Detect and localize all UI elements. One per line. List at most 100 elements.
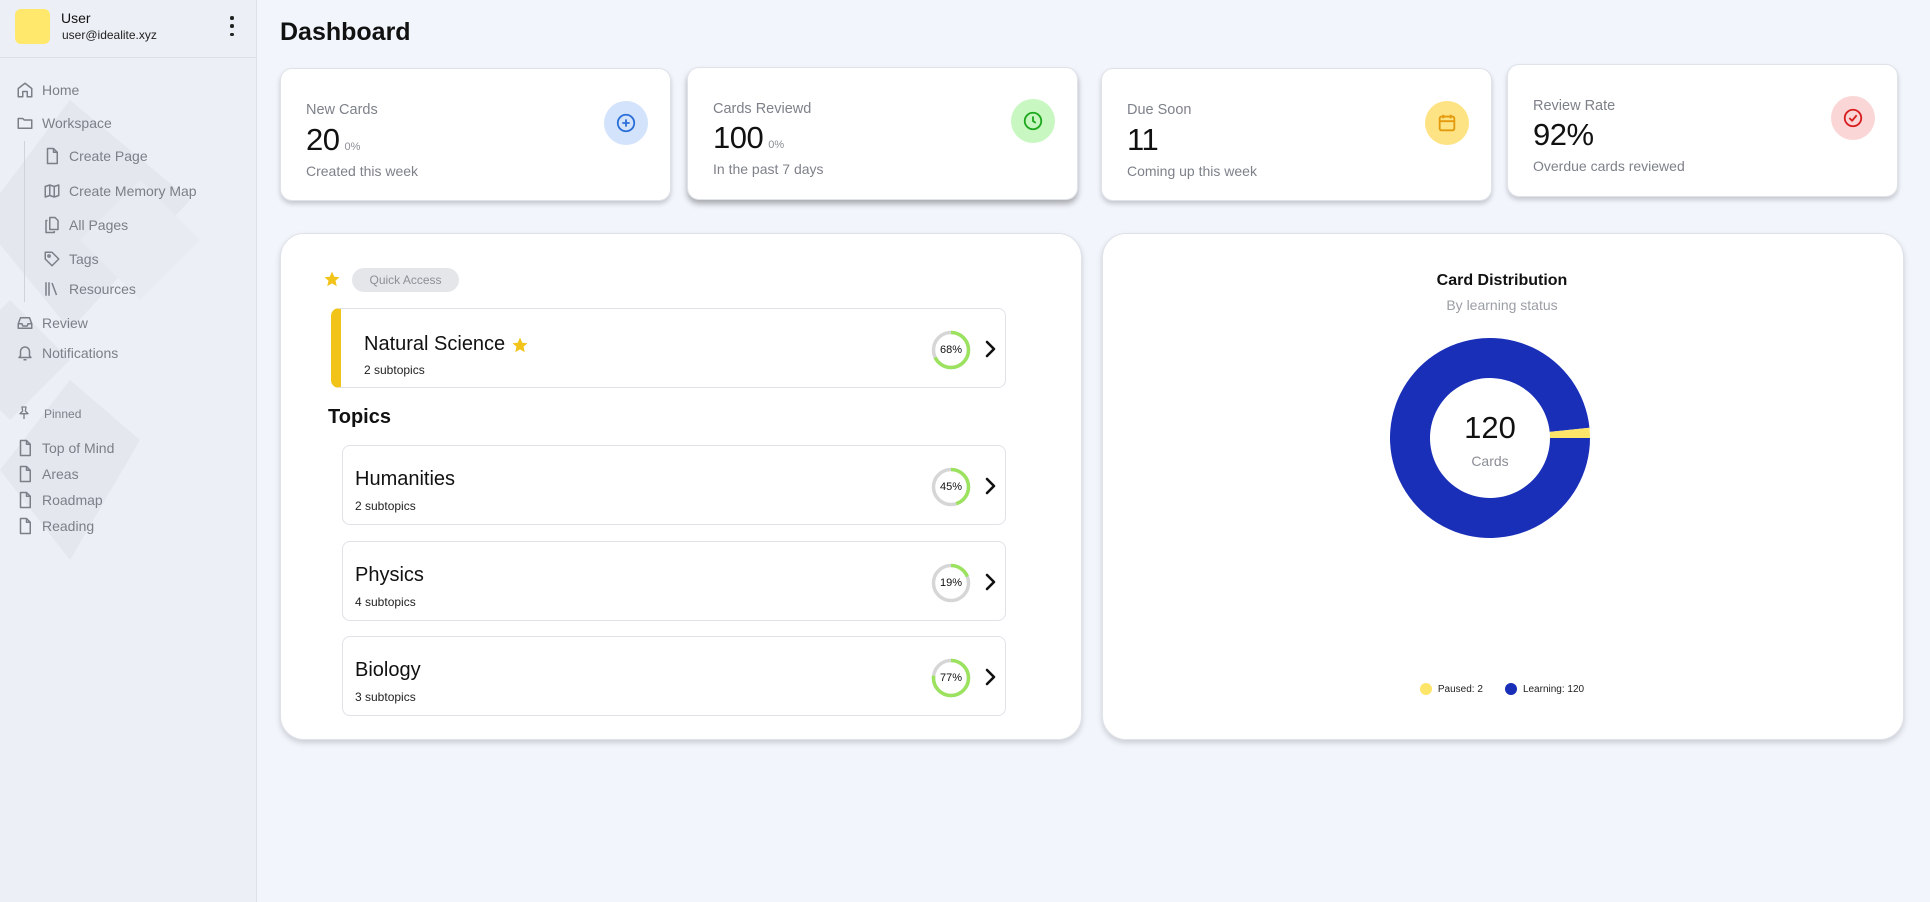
topic-subtopics: 3 subtopics bbox=[355, 690, 416, 704]
stat-caption: In the past 7 days bbox=[713, 161, 824, 177]
progress-value: 19% bbox=[939, 577, 963, 589]
stat-label: Review Rate bbox=[1533, 98, 1616, 114]
stat-caption: Coming up this week bbox=[1127, 163, 1257, 179]
pinned-item-label: Top of Mind bbox=[42, 440, 115, 456]
legend-item-paused: Paused: 2 bbox=[1419, 683, 1483, 695]
legend-swatch bbox=[1419, 683, 1432, 695]
stat-card-due-soon: Due Soon 11 Coming up this week bbox=[1101, 68, 1492, 201]
file-icon bbox=[16, 465, 34, 483]
topic-card[interactable]: Biology 3 subtopics 77% bbox=[342, 636, 1006, 716]
nav-create-page-label: Create Page bbox=[69, 148, 148, 164]
chevron-right-icon[interactable] bbox=[983, 339, 997, 359]
donut-center-label: Cards bbox=[1471, 453, 1509, 469]
nav-workspace-label: Workspace bbox=[42, 115, 112, 131]
bell-icon bbox=[16, 344, 34, 362]
stat-value-row: 20 0% bbox=[306, 122, 360, 158]
chart-subtitle: By learning status bbox=[1446, 297, 1558, 313]
topic-card[interactable]: Humanities 2 subtopics 45% bbox=[342, 445, 1006, 525]
user-profile[interactable]: User user@idealite.xyz bbox=[0, 0, 256, 58]
stat-caption: Overdue cards reviewed bbox=[1533, 158, 1685, 174]
file-icon bbox=[16, 439, 34, 457]
stat-card-review-rate: Review Rate 92% Overdue cards reviewed bbox=[1507, 64, 1898, 197]
topic-title: Natural Science bbox=[364, 333, 529, 356]
nav-workspace[interactable]: Workspace bbox=[16, 111, 112, 135]
donut-center-value: 120 bbox=[1464, 410, 1516, 445]
plus-circle-icon bbox=[604, 101, 648, 145]
tree-line bbox=[24, 141, 25, 302]
stat-value-row: 11 bbox=[1127, 122, 1159, 158]
topic-name: Biology bbox=[355, 659, 421, 681]
nav-home-label: Home bbox=[42, 82, 80, 98]
topic-subtopics: 2 subtopics bbox=[364, 363, 425, 377]
tag-icon bbox=[43, 250, 61, 268]
chart-legend: Paused: 2 Learning: 120 bbox=[1102, 683, 1902, 695]
pinned-item-label: Roadmap bbox=[42, 492, 103, 508]
topic-card[interactable]: Physics 4 subtopics 19% bbox=[342, 541, 1006, 621]
stat-card-new-cards: New Cards 20 0% Created this week bbox=[280, 68, 671, 201]
stat-value-row: 100 0% bbox=[713, 120, 784, 156]
pinned-label: Pinned bbox=[44, 407, 82, 421]
topic-name: Natural Science bbox=[364, 333, 506, 355]
check-circle-icon bbox=[1831, 96, 1875, 140]
topics-heading: Topics bbox=[328, 406, 391, 428]
nav-review[interactable]: Review bbox=[16, 311, 88, 335]
stat-change: 0% bbox=[344, 141, 361, 153]
topic-title: Humanities bbox=[355, 468, 455, 491]
file-icon bbox=[43, 147, 61, 165]
avatar[interactable] bbox=[15, 9, 50, 44]
stat-label: New Cards bbox=[306, 102, 378, 118]
more-options-icon[interactable] bbox=[226, 16, 238, 36]
progress-ring: 19% bbox=[931, 563, 971, 603]
file-icon bbox=[16, 517, 34, 535]
quick-access-badge: Quick Access bbox=[352, 268, 459, 292]
file-icon bbox=[16, 491, 34, 509]
library-icon bbox=[43, 280, 61, 298]
pinned-item-label: Reading bbox=[42, 518, 95, 534]
nav-resources-label: Resources bbox=[69, 281, 136, 297]
pin-icon bbox=[16, 405, 44, 424]
legend-swatch bbox=[1504, 683, 1517, 695]
nav-tags[interactable]: Tags bbox=[43, 247, 99, 271]
progress-value: 45% bbox=[939, 481, 963, 493]
topic-name: Humanities bbox=[355, 468, 456, 490]
stat-value-row: 92% bbox=[1533, 117, 1594, 153]
stat-label: Cards Reviewd bbox=[713, 101, 812, 117]
progress-ring: 77% bbox=[931, 658, 971, 698]
progress-ring: 45% bbox=[931, 467, 971, 507]
nav-create-page[interactable]: Create Page bbox=[43, 144, 148, 168]
nav-create-memory-map[interactable]: Create Memory Map bbox=[43, 179, 197, 203]
stat-card-cards-reviewed: Cards Reviewd 100 0% In the past 7 days bbox=[687, 67, 1078, 200]
progress-value: 68% bbox=[939, 344, 963, 356]
stat-caption: Created this week bbox=[306, 163, 419, 179]
user-name: User bbox=[61, 10, 91, 26]
pinned-item[interactable]: Top of Mind bbox=[16, 436, 114, 460]
stat-value: 20 bbox=[306, 122, 340, 157]
chevron-right-icon[interactable] bbox=[983, 667, 997, 687]
nav-all-pages-label: All Pages bbox=[69, 217, 129, 233]
pinned-item[interactable]: Reading bbox=[16, 514, 94, 538]
topic-subtopics: 2 subtopics bbox=[355, 499, 416, 513]
nav-tags-label: Tags bbox=[69, 251, 99, 267]
nav-home[interactable]: Home bbox=[16, 78, 79, 102]
topic-card-featured[interactable]: Natural Science 2 subtopics 68% bbox=[331, 308, 1006, 388]
progress-ring: 68% bbox=[931, 330, 971, 370]
topic-title: Biology bbox=[355, 659, 421, 682]
folder-icon bbox=[16, 114, 34, 132]
user-email: user@idealite.xyz bbox=[62, 28, 157, 42]
clock-icon bbox=[1011, 99, 1055, 143]
legend-label: Learning: 120 bbox=[1522, 683, 1585, 695]
topic-subtopics: 4 subtopics bbox=[355, 595, 416, 609]
nav-review-label: Review bbox=[42, 315, 88, 331]
nav-notifications[interactable]: Notifications bbox=[16, 341, 118, 365]
legend-label: Paused: 2 bbox=[1437, 683, 1483, 695]
map-icon bbox=[43, 182, 61, 200]
pinned-item-label: Areas bbox=[42, 466, 79, 482]
chevron-right-icon[interactable] bbox=[983, 476, 997, 496]
pinned-item[interactable]: Areas bbox=[16, 462, 79, 486]
nav-create-memory-map-label: Create Memory Map bbox=[69, 183, 197, 199]
nav-all-pages[interactable]: All Pages bbox=[43, 213, 128, 237]
nav-resources[interactable]: Resources bbox=[43, 277, 136, 301]
chevron-right-icon[interactable] bbox=[983, 572, 997, 592]
star-icon bbox=[512, 337, 528, 352]
pinned-item[interactable]: Roadmap bbox=[16, 488, 103, 512]
